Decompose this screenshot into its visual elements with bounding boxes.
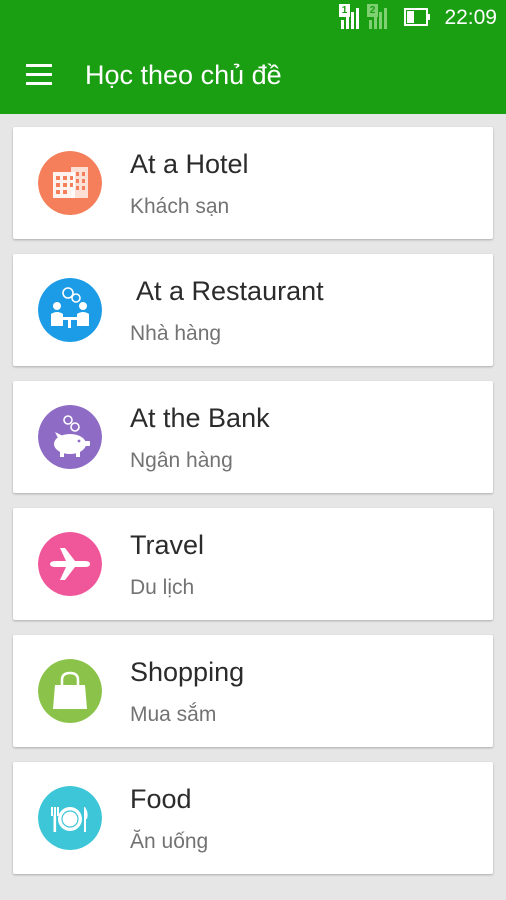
piggy-bank-icon <box>38 405 102 469</box>
sim2-label: 2 <box>369 5 376 16</box>
clock: 22:09 <box>444 6 497 29</box>
battery-icon <box>404 8 432 31</box>
topic-title: At a Restaurant <box>130 276 324 306</box>
topic-subtitle: Mua sắm <box>130 703 217 726</box>
shopping-bag-icon <box>38 659 102 723</box>
topic-subtitle: Khách sạn <box>130 195 230 218</box>
topic-card-travel[interactable]: Travel Du lịch <box>13 508 493 620</box>
app-bar: Học theo chủ đề <box>0 36 506 114</box>
topic-subtitle: Ăn uống <box>130 830 209 853</box>
topic-card-bank[interactable]: At the Bank Ngân hàng <box>13 381 493 493</box>
restaurant-icon <box>38 278 102 342</box>
hamburger-menu-icon[interactable] <box>26 64 52 86</box>
plate-cutlery-icon <box>38 786 102 850</box>
topic-subtitle: Du lịch <box>130 576 195 599</box>
sim2-signal-icon: 2 <box>367 4 391 35</box>
topic-card-food[interactable]: Food Ăn uống <box>13 762 493 874</box>
hotel-icon <box>38 151 102 215</box>
topic-title: Travel <box>130 530 205 560</box>
topic-title: Shopping <box>130 657 245 687</box>
sim1-label: 1 <box>341 5 348 16</box>
status-bar: 1 2 22:09 <box>0 0 506 36</box>
sim1-signal-icon: 1 <box>339 4 363 35</box>
topic-subtitle: Nhà hàng <box>130 322 222 345</box>
page-title: Học theo chủ đề <box>85 60 282 90</box>
topic-card-hotel[interactable]: At a Hotel Khách sạn <box>13 127 493 239</box>
topic-title: At the Bank <box>130 403 270 433</box>
topic-subtitle: Ngân hàng <box>130 449 233 472</box>
topic-card-shopping[interactable]: Shopping Mua sắm <box>13 635 493 747</box>
airplane-icon <box>38 532 102 596</box>
topic-card-restaurant[interactable]: At a Restaurant Nhà hàng <box>13 254 493 366</box>
topic-title: At a Hotel <box>130 149 249 179</box>
topic-title: Food <box>130 784 192 814</box>
